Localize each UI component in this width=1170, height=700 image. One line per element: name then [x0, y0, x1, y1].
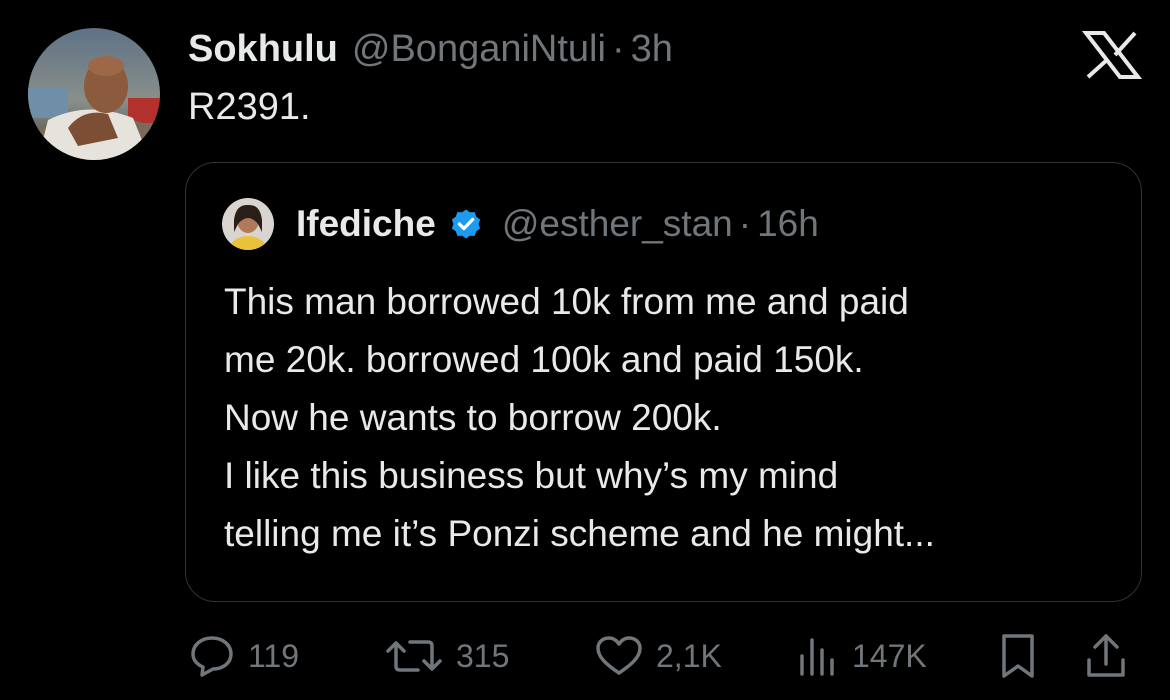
repost-button[interactable]: 315 [384, 628, 509, 684]
quoted-text-line: me 20k. borrowed 100k and paid 150k. [224, 339, 864, 380]
share-icon [1084, 632, 1128, 680]
views-icon [796, 634, 840, 678]
author-display-name[interactable]: Sokhulu [188, 28, 338, 71]
quoted-tweet-card[interactable]: Ifediche @esther_stan · 16h This man bor… [185, 162, 1142, 602]
quoted-text-line: telling me it’s Ponzi scheme and he migh… [224, 513, 935, 554]
author-avatar[interactable] [28, 28, 160, 160]
quoted-text-line: Now he wants to borrow 200k. [224, 397, 722, 438]
quoted-text-line: I like this business but why’s my mind [224, 455, 839, 496]
quoted-author-avatar[interactable] [222, 198, 274, 250]
tweet-timestamp[interactable]: 3h [631, 28, 673, 71]
views-count: 147K [852, 637, 927, 674]
share-button[interactable] [1084, 628, 1128, 684]
reply-count: 119 [248, 637, 300, 674]
bookmark-icon [998, 632, 1038, 680]
heart-icon [594, 634, 644, 678]
tweet-text: R2391. [188, 86, 311, 128]
quoted-text-line: This man borrowed 10k from me and paid [224, 281, 909, 322]
tweet-action-bar: 119 315 2,1K 147K [0, 628, 1170, 684]
quoted-tweet-timestamp[interactable]: 16h [757, 203, 819, 245]
bookmark-button[interactable] [998, 628, 1038, 684]
reply-button[interactable]: 119 [188, 628, 299, 684]
quoted-tweet-header: Ifediche @esther_stan · 16h [296, 201, 819, 247]
quoted-author-display-name[interactable]: Ifediche [296, 203, 436, 245]
verified-badge-icon [448, 206, 484, 242]
author-handle[interactable]: @BonganiNtuli [352, 28, 606, 71]
views-button[interactable]: 147K [796, 628, 927, 684]
header-separator: · [611, 27, 625, 70]
quoted-header-separator: · [738, 203, 752, 244]
tweet-header: Sokhulu @BonganiNtuli · 3h [188, 24, 673, 74]
repost-count: 315 [456, 637, 510, 674]
like-count: 2,1K [656, 637, 722, 674]
like-button[interactable]: 2,1K [594, 628, 722, 684]
x-logo-icon[interactable] [1081, 30, 1143, 80]
quoted-author-handle[interactable]: @esther_stan [502, 203, 733, 245]
repost-icon [384, 634, 444, 678]
quoted-tweet-text: This man borrowed 10k from me and paid m… [224, 273, 935, 563]
reply-icon [188, 634, 236, 678]
